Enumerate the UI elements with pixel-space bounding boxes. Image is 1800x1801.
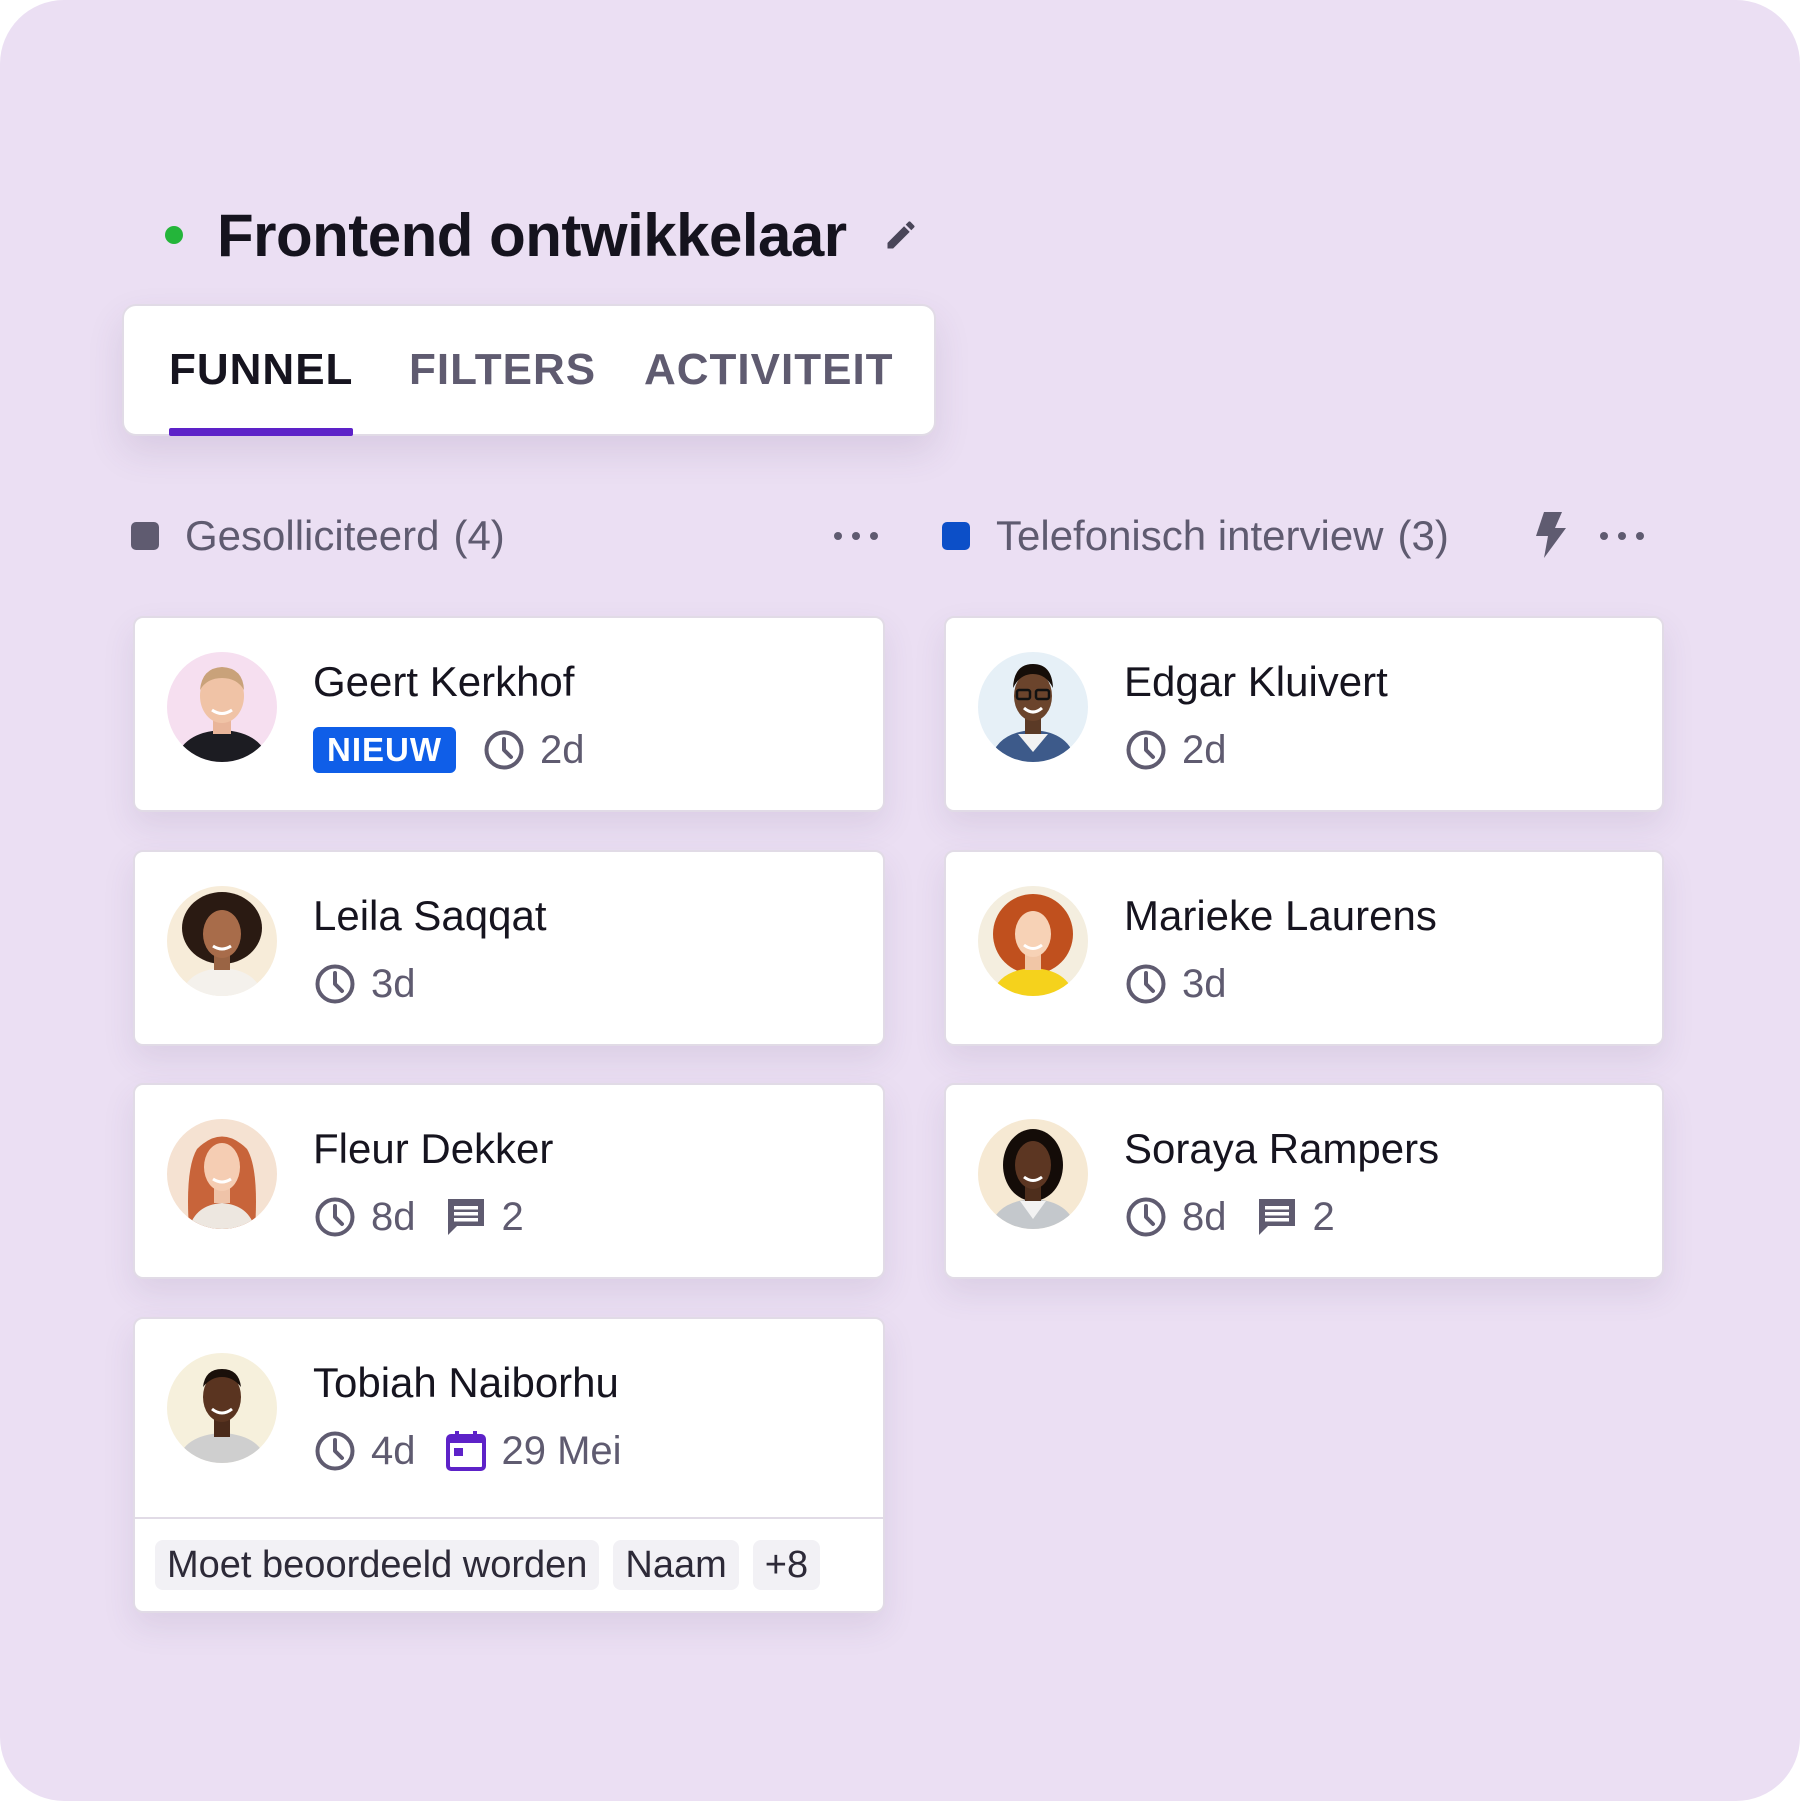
clock-icon: [313, 1429, 357, 1473]
candidate-card[interactable]: Soraya Rampers 8d 2: [944, 1083, 1664, 1279]
time-in-stage: 2d: [1182, 727, 1227, 772]
clock-icon: [1124, 962, 1168, 1006]
tab-activiteit[interactable]: ACTIVITEIT: [644, 306, 894, 434]
pencil-icon: [887, 221, 915, 249]
tab-filters[interactable]: FILTERS: [409, 306, 596, 434]
tab-label: FILTERS: [409, 345, 597, 394]
candidate-card[interactable]: Tobiah Naiborhu 4d 29 Mei Moet beoordeel…: [133, 1317, 885, 1613]
status-dot: [165, 226, 183, 244]
calendar-icon: [444, 1429, 488, 1473]
column-count: (4): [453, 512, 505, 559]
column-title: Gesolliciteerd: [185, 512, 440, 559]
tag[interactable]: Moet beoordeeld worden: [155, 1540, 600, 1590]
edit-title-button[interactable]: [881, 215, 921, 255]
comment-count: 2: [1312, 1194, 1335, 1239]
stage-color-square: [942, 522, 970, 550]
candidate-meta: 8d 2: [313, 1190, 524, 1244]
column-count: (3): [1397, 512, 1449, 559]
new-badge: NIEUW: [313, 727, 456, 773]
candidate-name: Tobiah Naiborhu: [313, 1359, 619, 1406]
tab-bar: FUNNEL FILTERS ACTIVITEIT: [122, 304, 936, 436]
time-in-stage: 2d: [540, 727, 585, 772]
clock-icon: [1124, 728, 1168, 772]
time-in-stage: 3d: [1182, 961, 1227, 1006]
more-tags[interactable]: +8: [752, 1540, 821, 1590]
candidate-name: Edgar Kluivert: [1124, 658, 1388, 705]
comment-icon: [1255, 1195, 1299, 1239]
candidate-card[interactable]: Leila Saqqat 3d: [133, 850, 885, 1046]
candidate-name: Fleur Dekker: [313, 1125, 554, 1172]
candidate-meta: NIEUW 2d: [313, 723, 585, 777]
clock-icon: [313, 1195, 357, 1239]
candidate-card[interactable]: Geert Kerkhof NIEUW 2d: [133, 616, 885, 812]
tab-funnel[interactable]: FUNNEL: [169, 306, 354, 436]
time-in-stage: 8d: [1182, 1194, 1227, 1239]
candidate-meta: 4d 29 Mei: [313, 1424, 622, 1478]
candidate-name: Soraya Rampers: [1124, 1125, 1440, 1172]
funnel-board: Frontend ontwikkelaar FUNNEL FILTERS ACT…: [0, 0, 1800, 1801]
tab-label: ACTIVITEIT: [644, 345, 894, 394]
comment-icon: [444, 1195, 488, 1239]
candidate-meta: 8d 2: [1124, 1190, 1335, 1244]
candidate-card[interactable]: Edgar Kluivert 2d: [944, 616, 1664, 812]
avatar: [167, 886, 277, 996]
clock-icon: [1124, 1195, 1168, 1239]
automation-bolt-icon[interactable]: [1528, 510, 1572, 560]
candidate-card[interactable]: Marieke Laurens 3d: [944, 850, 1664, 1046]
job-header: Frontend ontwikkelaar: [165, 195, 921, 275]
more-options-icon[interactable]: [1600, 521, 1644, 551]
page-title: Frontend ontwikkelaar: [217, 201, 847, 269]
column-header-gesolliciteerd: Gesolliciteerd (4): [131, 506, 505, 566]
time-in-stage: 3d: [371, 961, 416, 1006]
column-header-telefonisch-interview: Telefonisch interview (3): [942, 506, 1449, 566]
tag[interactable]: Naam: [613, 1540, 739, 1590]
time-in-stage: 4d: [371, 1428, 416, 1473]
candidate-meta: 2d: [1124, 723, 1227, 777]
tab-label: FUNNEL: [169, 345, 354, 394]
avatar: [978, 886, 1088, 996]
candidate-meta: 3d: [1124, 957, 1227, 1011]
candidate-name: Marieke Laurens: [1124, 892, 1437, 939]
candidate-card[interactable]: Fleur Dekker 8d 2: [133, 1083, 885, 1279]
stage-color-square: [131, 522, 159, 550]
avatar: [167, 1353, 277, 1463]
avatar: [167, 1119, 277, 1229]
candidate-meta: 3d: [313, 957, 416, 1011]
candidate-name: Geert Kerkhof: [313, 658, 575, 705]
avatar: [167, 652, 277, 762]
comment-count: 2: [501, 1194, 524, 1239]
tag-list: Moet beoordeeld worden Naam +8: [135, 1517, 883, 1611]
more-options-icon[interactable]: [834, 521, 878, 551]
avatar: [978, 652, 1088, 762]
column-title: Telefonisch interview: [996, 512, 1384, 559]
candidate-name: Leila Saqqat: [313, 892, 547, 939]
clock-icon: [482, 728, 526, 772]
active-tab-indicator: [169, 428, 354, 436]
time-in-stage: 8d: [371, 1194, 416, 1239]
avatar: [978, 1119, 1088, 1229]
scheduled-date: 29 Mei: [501, 1428, 622, 1473]
clock-icon: [313, 962, 357, 1006]
